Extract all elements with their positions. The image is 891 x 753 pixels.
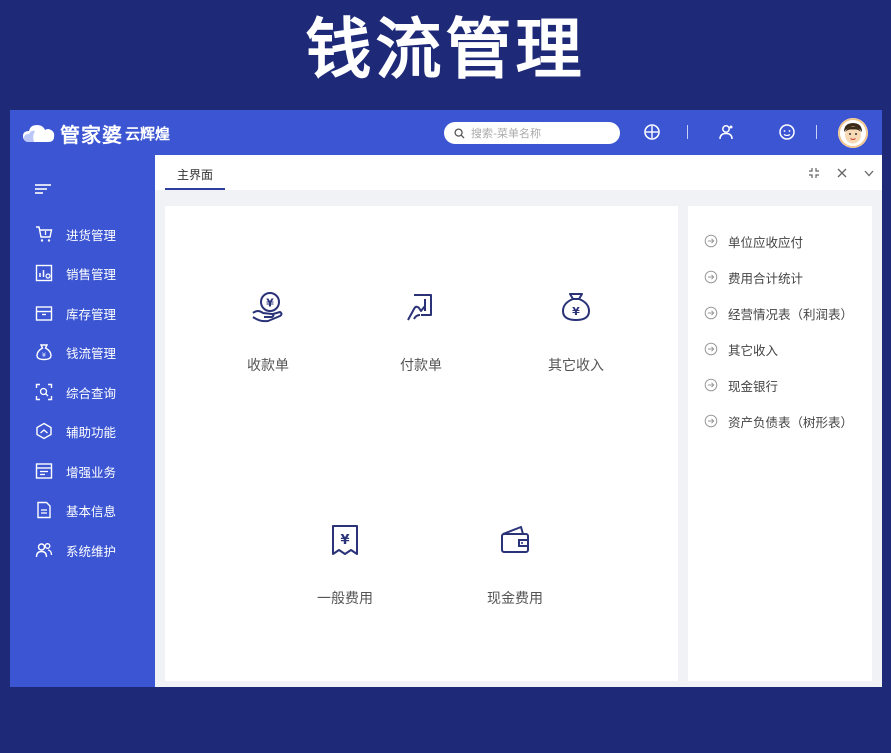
report-link-expense-stats[interactable]: 费用合计统计 [704, 267, 803, 287]
sidebar-item-label: 系统维护 [66, 543, 117, 559]
search-icon [454, 127, 465, 139]
report-link-receivables[interactable]: 单位应收应付 [704, 231, 803, 251]
report-link-label: 资产负债表（树形表） [728, 414, 854, 430]
sidebar-item-purchase[interactable]: 进货管理 [10, 219, 155, 249]
svg-text:¥: ¥ [266, 297, 274, 310]
chevron-down-icon[interactable] [862, 166, 876, 180]
sidebar-item-label: 辅助功能 [66, 424, 117, 440]
sidebar: 进货管理 销售管理 库存管理 ¥ 钱流管理 综合查询 辅助功能 增强业务 基本信… [10, 155, 155, 687]
sidebar-item-query[interactable]: 综合查询 [10, 377, 155, 407]
cloud-logo-icon [23, 125, 55, 142]
sidebar-item-enhance[interactable]: 增强业务 [10, 456, 155, 486]
sidebar-item-label: 增强业务 [66, 464, 117, 480]
arrow-circle-right-icon [704, 414, 718, 428]
banner-title: 钱流管理 [305, 11, 586, 88]
avatar-face-icon [838, 118, 868, 148]
arrow-circle-right-icon [704, 306, 718, 320]
sidebar-item-label: 库存管理 [66, 306, 117, 322]
enhance-card-icon [35, 463, 53, 479]
report-link-profit[interactable]: 经营情况表（利润表） [704, 303, 853, 323]
tab-bar: 主界面 [155, 155, 882, 190]
grid-apps-icon[interactable] [643, 123, 661, 141]
brand-name: 管家婆 [60, 122, 123, 147]
sidebar-item-inventory[interactable]: 库存管理 [10, 298, 155, 328]
user-settings-icon[interactable] [717, 123, 735, 141]
close-icon[interactable] [835, 166, 849, 180]
user-avatar[interactable] [838, 118, 868, 148]
brand-logo[interactable]: 管家婆 云辉煌 [22, 119, 170, 147]
sidebar-item-label: 综合查询 [66, 385, 117, 401]
svg-text:¥: ¥ [42, 351, 46, 359]
sidebar-item-system[interactable]: 系统维护 [10, 535, 155, 565]
document-icon [37, 501, 51, 519]
report-links-panel: 单位应收应付 费用合计统计 经营情况表（利润表） 其它收入 现金银行 资产负债表… [688, 206, 872, 681]
report-link-label: 其它收入 [728, 342, 779, 358]
money-bag-icon: ¥ [36, 344, 52, 361]
header-divider [687, 125, 688, 139]
func-label: 现金费用 [487, 591, 543, 607]
func-general-expense[interactable]: ¥ 一般费用 [290, 522, 400, 608]
sidebar-item-cashflow[interactable]: ¥ 钱流管理 [10, 337, 155, 367]
func-label: 一般费用 [317, 591, 373, 607]
report-link-other-income[interactable]: 其它收入 [704, 339, 778, 359]
top-bar: 管家婆 云辉煌 [10, 110, 882, 155]
func-payment-voucher[interactable]: 付款单 [366, 289, 476, 375]
sidebar-item-label: 销售管理 [66, 266, 117, 282]
feedback-smile-icon[interactable] [778, 123, 796, 141]
tab-main[interactable]: 主界面 [165, 164, 226, 190]
arrow-circle-right-icon [704, 378, 718, 392]
cart-icon [36, 226, 53, 242]
sidebar-item-label: 进货管理 [66, 227, 117, 243]
header-divider [816, 125, 817, 139]
income-bag-icon: ¥ [562, 293, 590, 321]
function-panel: ¥ 收款单 付款单 ¥ 其它收入 ¥ 一般费用 现金费用 [165, 206, 678, 681]
sidebar-item-assist[interactable]: 辅助功能 [10, 416, 155, 446]
inventory-box-icon [35, 306, 53, 321]
svg-text:¥: ¥ [340, 533, 349, 548]
func-label: 收款单 [247, 358, 289, 374]
report-link-cash-bank[interactable]: 现金银行 [704, 375, 778, 395]
report-link-label: 现金银行 [728, 378, 779, 394]
report-link-balance-sheet[interactable]: 资产负债表（树形表） [704, 411, 853, 431]
func-label: 付款单 [400, 358, 442, 374]
arrow-circle-right-icon [704, 270, 718, 284]
receive-money-icon: ¥ [252, 292, 283, 323]
expense-receipt-icon: ¥ [332, 525, 358, 555]
users-maintenance-icon [35, 543, 53, 558]
func-cash-expense[interactable]: 现金费用 [460, 522, 570, 608]
query-search-icon [35, 383, 53, 401]
assist-hexagon-icon [36, 422, 52, 440]
cash-wallet-icon [501, 526, 529, 553]
svg-text:¥: ¥ [572, 305, 580, 318]
search-input[interactable] [471, 126, 611, 140]
brand-subtitle: 云辉煌 [125, 124, 171, 143]
sidebar-item-sales[interactable]: 销售管理 [10, 258, 155, 288]
sidebar-item-label: 基本信息 [66, 503, 117, 519]
payment-note-icon [407, 294, 432, 321]
func-label: 其它收入 [548, 358, 604, 374]
sales-chart-icon [35, 264, 53, 282]
menu-toggle-icon[interactable] [34, 182, 52, 196]
sidebar-item-basic-info[interactable]: 基本信息 [10, 495, 155, 525]
report-link-label: 经营情况表（利润表） [728, 306, 854, 322]
menu-search [444, 122, 620, 144]
app-window: 管家婆 云辉煌 搜索-菜单名称 进货管理 销售管理 库存管理 ¥ 钱流管理 综合… [10, 110, 882, 687]
arrow-circle-right-icon [704, 234, 718, 248]
func-other-income[interactable]: ¥ 其它收入 [521, 289, 631, 375]
arrow-circle-right-icon [704, 342, 718, 356]
func-receipt-voucher[interactable]: ¥ 收款单 [213, 289, 323, 375]
fullscreen-icon[interactable] [807, 166, 821, 180]
sidebar-item-label: 钱流管理 [66, 345, 117, 361]
report-link-label: 单位应收应付 [728, 234, 804, 250]
report-link-label: 费用合计统计 [728, 270, 804, 286]
